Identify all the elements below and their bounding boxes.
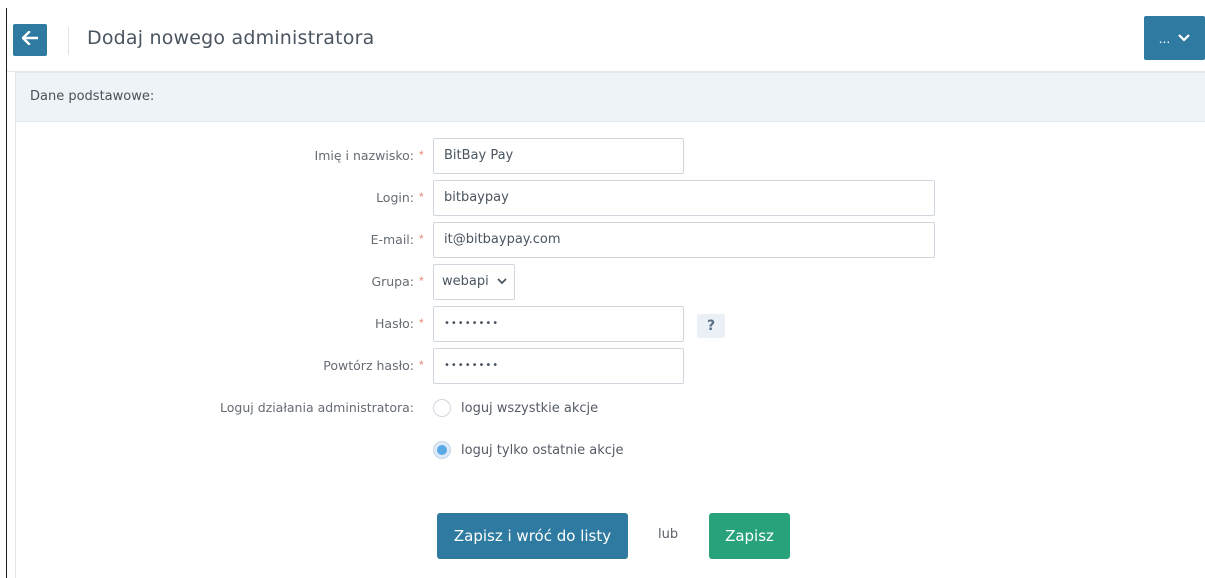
name-label: Imię i nazwisko: <box>314 148 414 163</box>
radio-log-all[interactable]: loguj wszystkie akcje <box>433 396 598 420</box>
radio-button[interactable] <box>433 399 451 417</box>
form-row-password-repeat: Powtórz hasło: * •••••••• <box>0 348 1205 386</box>
header-divider <box>68 27 69 55</box>
required-marker: * <box>419 316 424 330</box>
back-button[interactable] <box>13 24 47 56</box>
arrow-left-icon <box>21 29 39 50</box>
form-row-logging: Loguj działania administratora: loguj ws… <box>0 396 1205 434</box>
section-header: Dane podstawowe: <box>16 72 1205 122</box>
form-row-email: E-mail: * it@bitbaypay.com <box>0 222 1205 260</box>
save-button[interactable]: Zapisz <box>709 513 790 559</box>
login-label: Login: <box>376 190 414 205</box>
radio-log-all-label: loguj wszystkie akcje <box>461 400 599 416</box>
more-actions-button[interactable]: ... <box>1144 16 1205 60</box>
group-select[interactable]: webapi <box>433 264 515 300</box>
required-marker: * <box>419 358 424 372</box>
email-input[interactable]: it@bitbaypay.com <box>433 222 935 258</box>
radio-dot <box>437 445 447 455</box>
email-label: E-mail: <box>370 232 414 247</box>
group-select-value: webapi <box>442 274 489 289</box>
radio-button-checked[interactable] <box>433 441 451 459</box>
required-marker: * <box>419 232 424 246</box>
required-marker: * <box>419 274 424 288</box>
group-label: Grupa: <box>371 274 414 289</box>
or-text: lub <box>658 527 679 542</box>
form-row-logging-2: loguj tylko ostatnie akcje <box>0 438 1205 476</box>
required-marker: * <box>419 190 424 204</box>
form-row-group: Grupa: * webapi <box>0 264 1205 302</box>
form-row-login: Login: * bitbaypay <box>0 180 1205 218</box>
section-title: Dane podstawowe: <box>30 89 155 104</box>
password-repeat-input[interactable]: •••••••• <box>433 348 684 384</box>
page-header: Dodaj nowego administratora ... <box>7 9 1205 72</box>
required-marker: * <box>419 148 424 162</box>
password-repeat-label: Powtórz hasło: <box>323 358 414 373</box>
more-label: ... <box>1158 30 1171 46</box>
page-title: Dodaj nowego administratora <box>87 27 375 49</box>
form-row-password: Hasło: * •••••••• ? <box>0 306 1205 344</box>
name-input[interactable]: BitBay Pay <box>433 138 684 174</box>
radio-log-recent-label: loguj tylko ostatnie akcje <box>461 442 624 458</box>
password-help-button[interactable]: ? <box>697 314 725 338</box>
chevron-down-icon <box>1178 34 1191 42</box>
login-input[interactable]: bitbaypay <box>433 180 935 216</box>
password-label: Hasło: <box>375 316 414 331</box>
chevron-down-icon <box>497 265 507 299</box>
save-and-back-button[interactable]: Zapisz i wróć do listy <box>437 513 628 559</box>
page-top-margin <box>0 0 1205 8</box>
form-row-name: Imię i nazwisko: * BitBay Pay <box>0 138 1205 176</box>
password-input[interactable]: •••••••• <box>433 306 684 342</box>
logging-label: Loguj działania administratora: <box>220 400 414 415</box>
radio-log-recent[interactable]: loguj tylko ostatnie akcje <box>433 438 623 462</box>
